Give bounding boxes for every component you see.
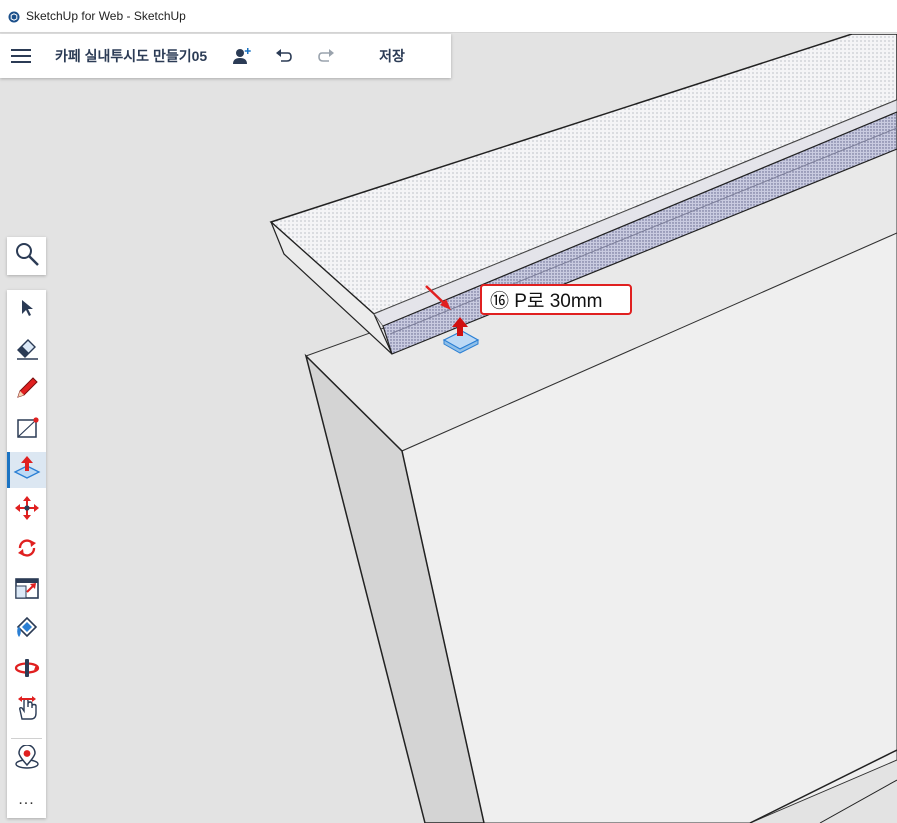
rotate-tool-button[interactable] (7, 532, 46, 568)
move-arrows-icon (14, 495, 40, 526)
paint-bucket-icon (14, 615, 40, 646)
push-pull-icon (13, 455, 41, 486)
tool-palette: ... (7, 290, 46, 818)
rectangle-line-icon (15, 416, 39, 445)
push-pull-tool-button[interactable] (7, 452, 46, 488)
orbit-icon (14, 657, 40, 684)
magnifier-icon (14, 241, 40, 272)
add-user-icon[interactable] (231, 41, 253, 71)
save-button[interactable]: 저장 (379, 46, 405, 66)
toolbar-divider (11, 738, 42, 739)
window-titlebar: SketchUp for Web - SketchUp (0, 0, 897, 33)
paint-bucket-tool-button[interactable] (7, 612, 46, 648)
pencil-tool-button[interactable] (7, 372, 46, 408)
select-arrow-icon (20, 299, 34, 322)
orbit-tool-button[interactable] (7, 652, 46, 688)
search-tool-button[interactable] (7, 237, 46, 275)
model-viewport[interactable] (0, 34, 897, 823)
position-camera-icon (14, 743, 40, 776)
undo-icon[interactable] (273, 41, 295, 71)
eraser-tool-button[interactable] (7, 332, 46, 368)
top-bar: 카페 실내투시도 만들기05 저장 (0, 34, 451, 78)
scale-tool-button[interactable] (7, 572, 46, 608)
rotate-icon (15, 536, 39, 565)
pan-tool-button[interactable] (7, 692, 46, 728)
position-camera-tool-button[interactable] (7, 742, 46, 778)
scale-icon (14, 576, 40, 605)
pan-hand-icon (15, 695, 39, 726)
redo-icon[interactable] (315, 41, 337, 71)
document-title[interactable]: 카페 실내투시도 만들기05 (55, 46, 207, 66)
rectangle-tool-button[interactable] (7, 412, 46, 448)
select-tool-button[interactable] (7, 292, 46, 328)
pencil-icon (15, 376, 39, 405)
eraser-icon (14, 336, 40, 365)
instruction-callout: ⑯ P로 30mm (480, 284, 632, 315)
more-dots-icon: ... (18, 791, 35, 808)
hamburger-menu-icon[interactable] (0, 34, 42, 78)
more-tools-button[interactable]: ... (7, 782, 46, 818)
sketchup-logo-icon (8, 10, 20, 23)
window-title: SketchUp for Web - SketchUp (26, 9, 186, 23)
move-tool-button[interactable] (7, 492, 46, 528)
